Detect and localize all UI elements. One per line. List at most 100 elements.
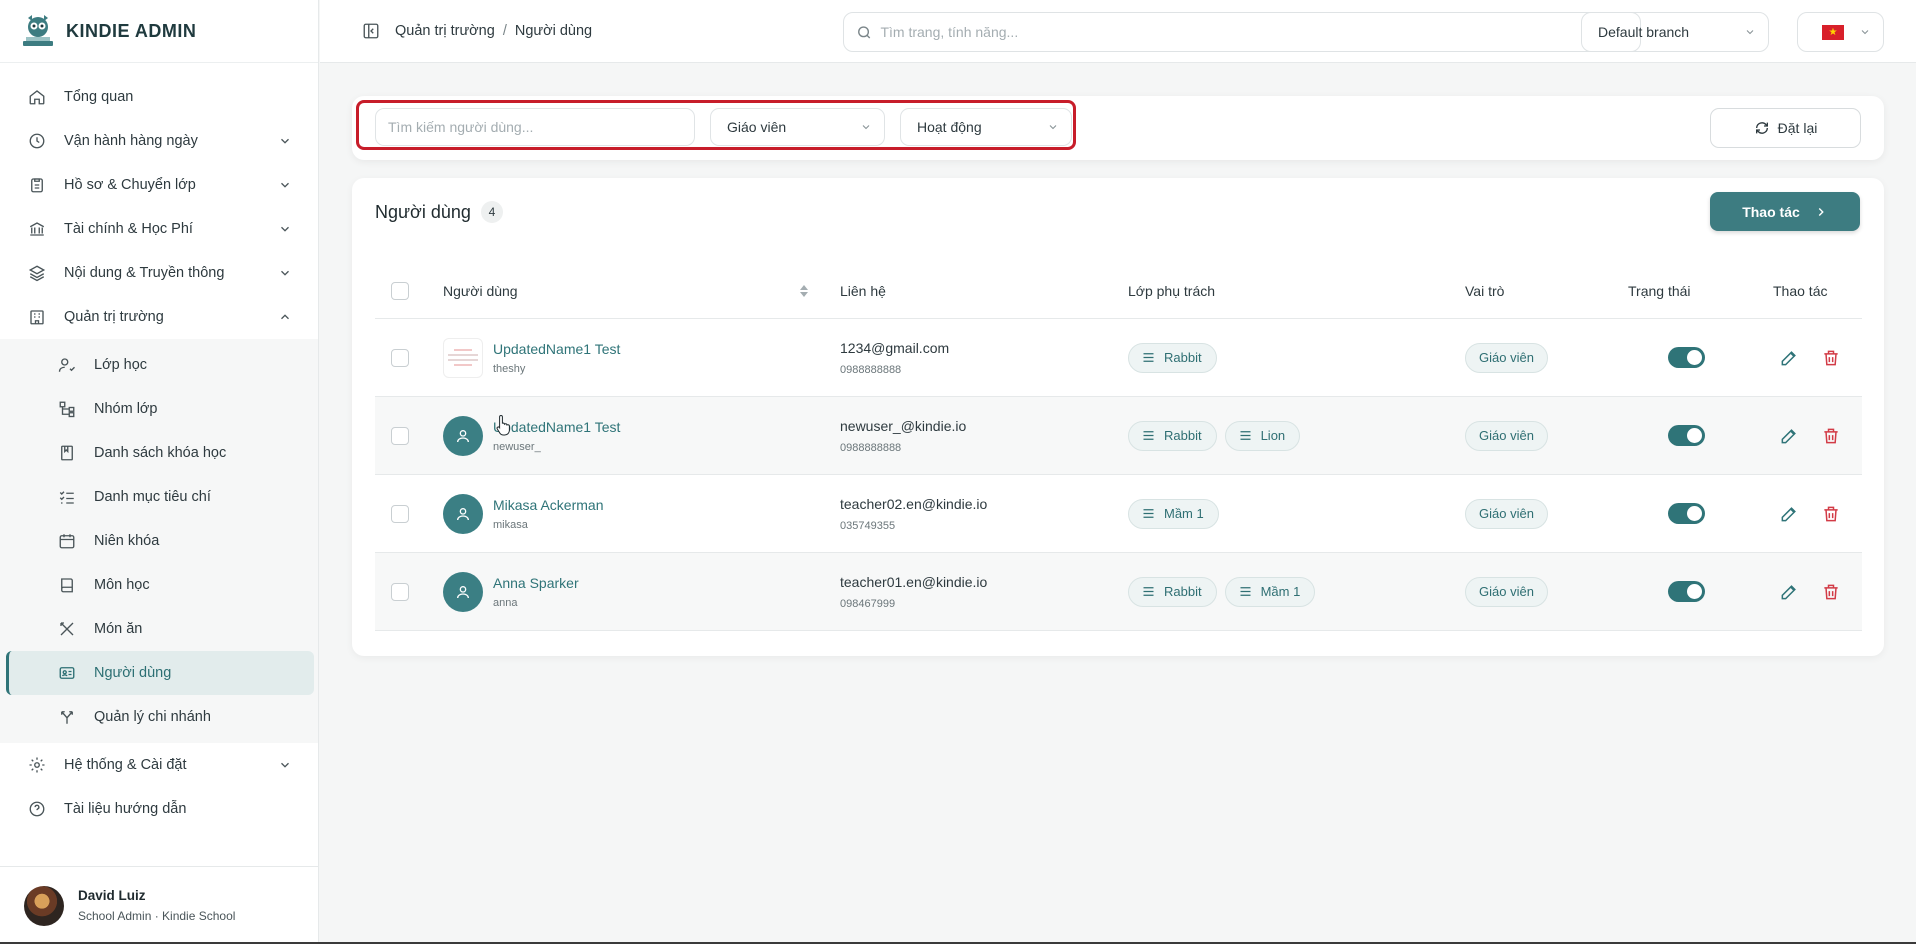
- user-name[interactable]: Mikasa Ackerman: [493, 497, 603, 513]
- header-user[interactable]: Người dùng: [443, 283, 840, 299]
- row-checkbox[interactable]: [391, 348, 409, 367]
- branch-select[interactable]: Default branch: [1581, 12, 1769, 52]
- role-pill: Giáo viên: [1465, 576, 1548, 607]
- global-search[interactable]: [843, 12, 1641, 52]
- class-pill[interactable]: Rabbit: [1128, 342, 1217, 373]
- header-status: Trạng thái: [1628, 283, 1691, 299]
- calendar-icon: [59, 534, 75, 549]
- edit-icon[interactable]: [1779, 582, 1799, 602]
- status-toggle[interactable]: [1668, 347, 1705, 368]
- class-pill[interactable]: Mầm 1: [1128, 498, 1219, 529]
- bookmark-icon: [61, 445, 73, 461]
- sidebar-item-content[interactable]: Nội dung & Truyền thông: [0, 251, 318, 295]
- top-header: Quản trị trường / Người dùng Default bra…: [320, 0, 1916, 63]
- user-name[interactable]: UpdatedName1 Test: [493, 341, 620, 357]
- class-pill[interactable]: Rabbit: [1128, 576, 1217, 607]
- breadcrumb-item-users: Người dùng: [514, 23, 593, 39]
- chevron-up-icon: [281, 314, 289, 320]
- sidebar-item-users[interactable]: Người dùng: [6, 651, 314, 695]
- user-profile[interactable]: David Luiz School Admin · Kindie School: [0, 866, 318, 944]
- sidebar-item-docs[interactable]: Tài liệu hướng dẫn: [0, 787, 318, 831]
- class-pill[interactable]: Lion: [1224, 420, 1301, 451]
- sidebar-item-courses[interactable]: Danh sách khóa học: [6, 431, 314, 475]
- sidebar-item-finance[interactable]: Tài chính & Học Phí: [0, 207, 318, 251]
- class-pill[interactable]: Mầm 1: [1224, 576, 1316, 607]
- sidebar-item-settings[interactable]: Hệ thống & Cài đặt: [0, 743, 318, 787]
- trash-icon[interactable]: [1821, 504, 1841, 524]
- sidebar-item-label: Tài chính & Học Phí: [64, 221, 193, 237]
- users-table: Người dùng Liên hệ Lớp phụ trách Vai trò…: [375, 264, 1862, 631]
- sidebar-item-school-admin[interactable]: Quản trị trường: [0, 295, 318, 339]
- role-filter-select[interactable]: Giáo viên: [710, 108, 885, 146]
- edit-icon[interactable]: [1779, 426, 1799, 446]
- sidebar-item-criteria[interactable]: Danh mục tiêu chí: [6, 475, 314, 519]
- trash-icon[interactable]: [1821, 426, 1841, 446]
- user-check-icon: [58, 358, 75, 372]
- sidebar-item-school-year[interactable]: Niên khóa: [6, 519, 314, 563]
- table-row[interactable]: Anna Sparker anna teacher01.en@kindie.io…: [375, 553, 1862, 631]
- user-search-input[interactable]: [375, 108, 695, 146]
- sidebar-item-label: Lớp học: [94, 357, 148, 373]
- clock-icon: [29, 133, 45, 149]
- sort-icon: [800, 285, 808, 297]
- sidebar-item-daily-ops[interactable]: Vận hành hàng ngày: [0, 119, 318, 163]
- sidebar-item-label: Tổng quan: [64, 89, 134, 105]
- trash-icon[interactable]: [1821, 348, 1841, 368]
- owl-logo-icon: [23, 15, 53, 46]
- table-row[interactable]: Mikasa Ackerman mikasa teacher02.en@kind…: [375, 475, 1862, 553]
- user-email: 1234@gmail.com: [840, 339, 950, 356]
- sidebar-toggle-icon[interactable]: [362, 22, 380, 40]
- class-pill-label: Rabbit: [1164, 428, 1202, 443]
- user-username: mikasa: [493, 518, 528, 531]
- status-toggle[interactable]: [1668, 581, 1705, 602]
- sidebar-item-meals[interactable]: Món ăn: [6, 607, 314, 651]
- row-checkbox[interactable]: [391, 426, 409, 445]
- help-icon: [29, 801, 45, 817]
- class-pill-label: Lion: [1260, 428, 1286, 443]
- sidebar-item-branches[interactable]: Quản lý chi nhánh: [6, 695, 314, 739]
- reset-button[interactable]: Đặt lại: [1710, 108, 1861, 148]
- status-toggle[interactable]: [1668, 503, 1705, 524]
- trash-icon[interactable]: [1821, 582, 1841, 602]
- menu-icon: [1143, 587, 1154, 596]
- user-email: teacher02.en@kindie.io: [840, 495, 988, 512]
- user-name[interactable]: Anna Sparker: [493, 575, 579, 591]
- sidebar-item-class-groups[interactable]: Nhóm lớp: [6, 387, 314, 431]
- sidebar-item-classes[interactable]: Lớp học: [6, 343, 314, 387]
- row-checkbox[interactable]: [391, 504, 409, 523]
- chevron-down-icon: [1049, 125, 1057, 130]
- user-name[interactable]: UpdatedName1 Test: [493, 419, 620, 435]
- breadcrumb-item-school-admin[interactable]: Quản trị trường: [395, 23, 495, 39]
- tree-icon: [59, 401, 75, 418]
- user-thumbnail: [443, 337, 483, 378]
- sidebar-subnav: Lớp học Nhóm lớp Danh sách khóa học Danh…: [0, 339, 318, 743]
- table-row[interactable]: UpdatedName1 Test newuser_ newuser_@kind…: [375, 397, 1862, 475]
- edit-icon[interactable]: [1779, 504, 1799, 524]
- row-checkbox[interactable]: [391, 582, 409, 601]
- sidebar-item-overview[interactable]: Tổng quan: [0, 75, 318, 119]
- status-filter-value: Hoạt động: [917, 119, 982, 135]
- status-toggle[interactable]: [1668, 425, 1705, 446]
- language-select[interactable]: ★: [1797, 12, 1884, 52]
- sidebar-item-records[interactable]: Hồ sơ & Chuyển lớp: [0, 163, 318, 207]
- chevron-down-icon: [281, 226, 289, 232]
- brand[interactable]: KINDIE ADMIN: [0, 0, 318, 63]
- status-filter-select[interactable]: Hoạt động: [900, 108, 1072, 146]
- user-phone: 098467999: [840, 597, 896, 610]
- chevron-right-icon: [1818, 207, 1824, 216]
- bulk-action-button[interactable]: Thao tác: [1710, 192, 1860, 231]
- select-all-checkbox[interactable]: [391, 282, 409, 300]
- user-username: anna: [493, 596, 518, 609]
- user-username: theshy: [493, 362, 526, 375]
- sidebar-item-label: Danh sách khóa học: [94, 445, 227, 461]
- table-row[interactable]: UpdatedName1 Test theshy 1234@gmail.com …: [375, 319, 1862, 397]
- utensils-icon: [60, 622, 74, 636]
- global-search-input[interactable]: [880, 24, 1640, 40]
- sidebar-item-subjects[interactable]: Môn học: [6, 563, 314, 607]
- user-phone: 0988888888: [840, 441, 902, 454]
- header-actions: Thao tác: [1773, 283, 1828, 299]
- clipboard-icon: [31, 178, 43, 193]
- class-pill[interactable]: Rabbit: [1128, 420, 1217, 451]
- menu-icon: [1143, 509, 1154, 518]
- edit-icon[interactable]: [1779, 348, 1799, 368]
